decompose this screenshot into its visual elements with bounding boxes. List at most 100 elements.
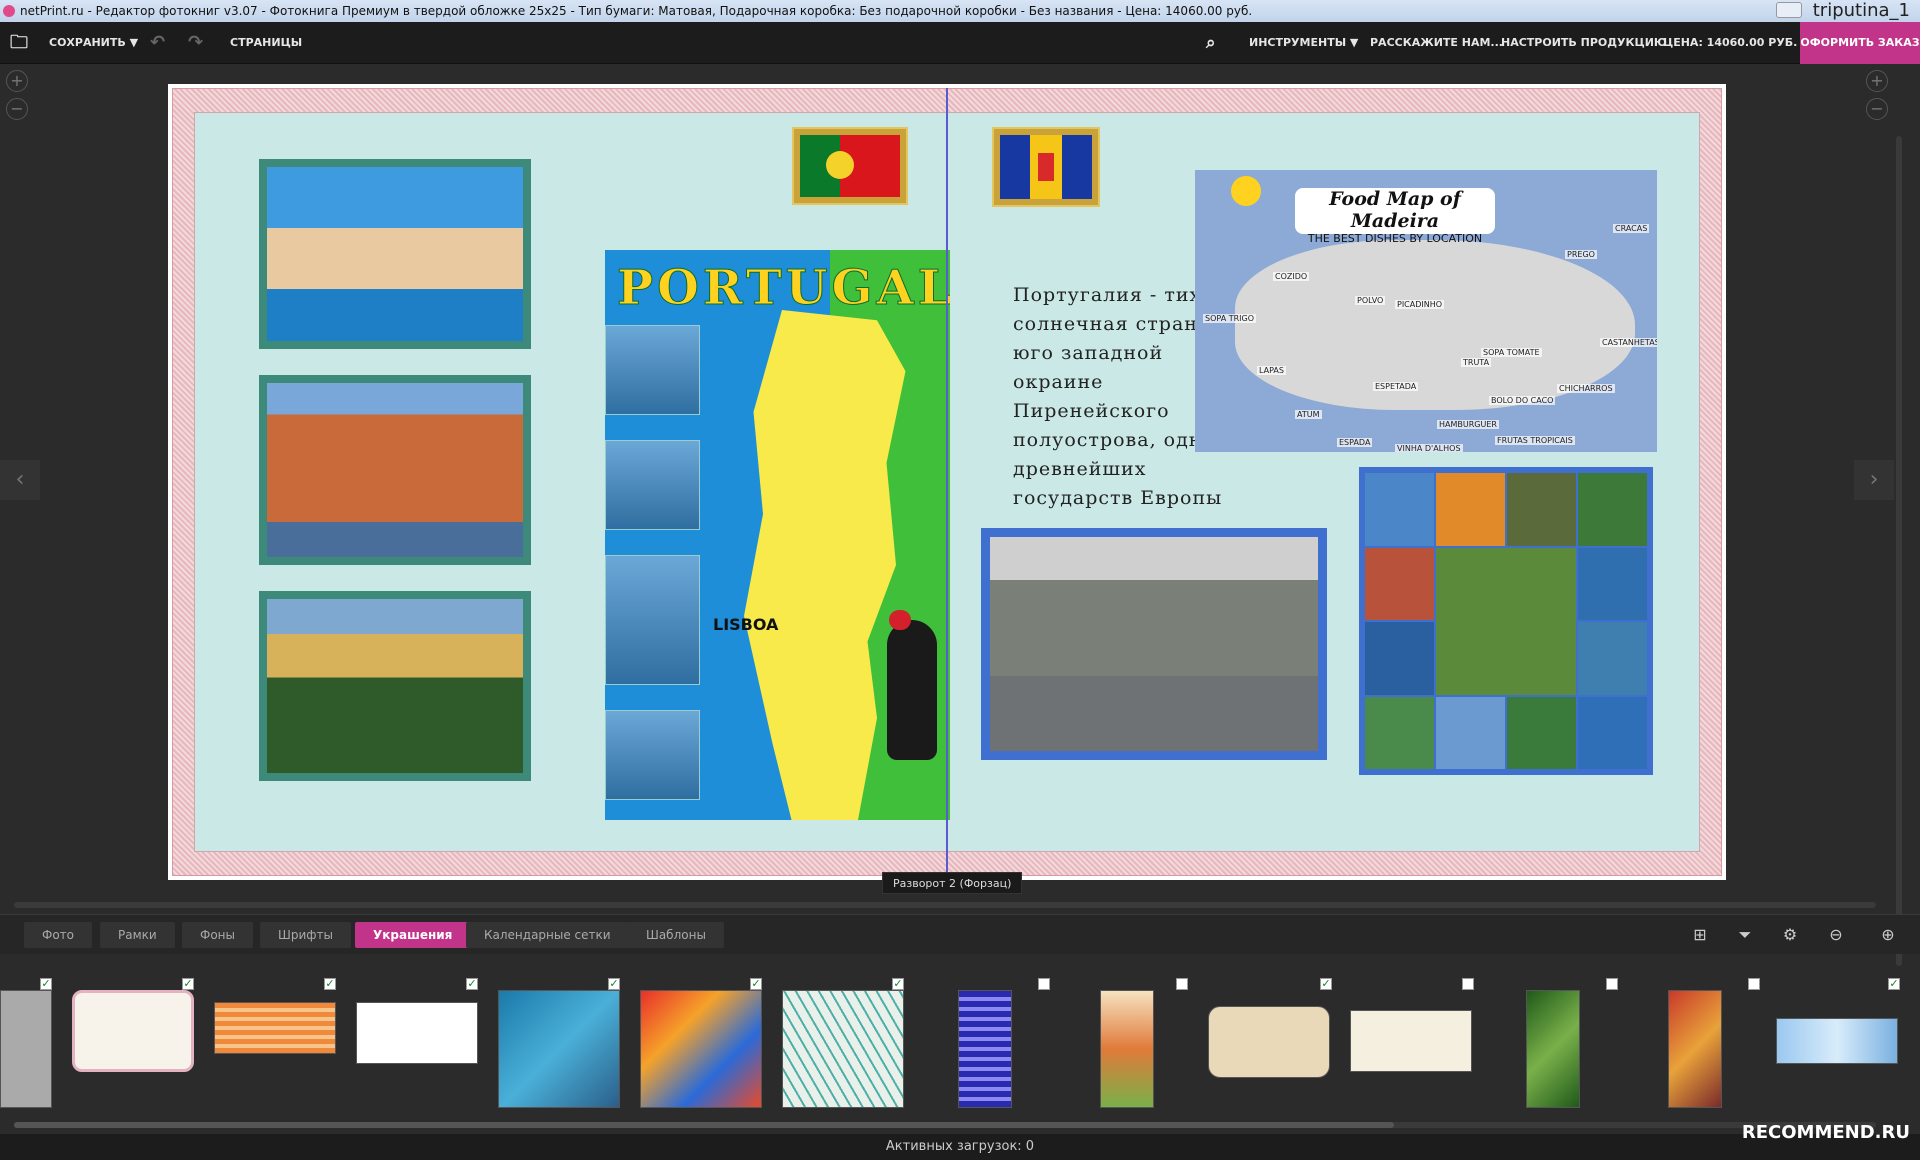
- zoom-in-icon[interactable]: ⊕: [1878, 925, 1898, 945]
- photo-porto[interactable]: [259, 375, 531, 565]
- food-map-madeira[interactable]: Food Map of Madeira THE BEST DISHES BY L…: [1195, 170, 1657, 452]
- decoration-thumb: [0, 990, 52, 1108]
- flag-portugal[interactable]: [792, 127, 908, 205]
- unchecked-icon[interactable]: [1038, 978, 1050, 990]
- decoration-thumb: [1100, 990, 1154, 1108]
- collage-cell: [1365, 473, 1434, 546]
- tell-us-button[interactable]: РАССКАЖИТЕ НАМ...: [1370, 22, 1503, 64]
- checked-icon[interactable]: ✓: [40, 978, 52, 990]
- decoration-thumb: [1526, 990, 1580, 1108]
- book-spread[interactable]: PORTUGAL LISBOA Португалия - тихая солне…: [168, 84, 1726, 880]
- map-title: PORTUGAL: [617, 260, 950, 317]
- strip-scrollbar-thumb[interactable]: [14, 1122, 1394, 1128]
- map-thumb-2: [605, 440, 700, 530]
- photo-pena-palace[interactable]: [259, 591, 531, 781]
- checked-icon[interactable]: ✓: [324, 978, 336, 990]
- dish-label: BOLO DO CACO: [1489, 396, 1556, 405]
- prev-spread-icon[interactable]: ‹: [0, 460, 40, 500]
- search-icon[interactable]: ⌕: [1206, 22, 1216, 64]
- unchecked-icon[interactable]: [1748, 978, 1760, 990]
- spread-label: Разворот 2 (Форзац): [882, 872, 1023, 894]
- add-icon[interactable]: ⊞: [1690, 925, 1710, 945]
- dish-label: TRUTA: [1461, 358, 1492, 367]
- zoom-out-left-icon[interactable]: −: [6, 98, 28, 120]
- dish-label: HAMBURGUER: [1437, 420, 1499, 429]
- tab-fonts[interactable]: Шрифты: [260, 922, 351, 948]
- unchecked-icon[interactable]: [1462, 978, 1474, 990]
- tab-frames[interactable]: Рамки: [100, 922, 175, 948]
- tab-decorations[interactable]: Украшения: [355, 922, 471, 948]
- minimize-button[interactable]: [1776, 2, 1802, 18]
- decoration-thumb: [356, 1002, 478, 1064]
- photo-madeira-mountains[interactable]: [981, 528, 1327, 760]
- spread-spine: [946, 88, 948, 876]
- filter-icon[interactable]: ⏷: [1735, 925, 1755, 945]
- decoration-thumb: [1350, 1010, 1472, 1072]
- price-button[interactable]: ЦЕНА: 14060.00 РУБ. ▼: [1663, 22, 1810, 64]
- collage-cell: [1436, 547, 1576, 695]
- folder-icon[interactable]: 🗀: [10, 22, 28, 64]
- order-button[interactable]: ОФОРМИТЬ ЗАКАЗ: [1800, 22, 1920, 64]
- zoom-in-left-icon[interactable]: +: [6, 70, 28, 92]
- rooster-comb: [889, 610, 911, 630]
- tab-photo[interactable]: Фото: [24, 922, 93, 948]
- collage-cell: [1436, 473, 1505, 546]
- portugal-map[interactable]: PORTUGAL LISBOA: [605, 250, 950, 820]
- food-map-title-box: Food Map of Madeira THE BEST DISHES BY L…: [1295, 188, 1495, 245]
- configure-product-button[interactable]: НАСТРОИТЬ ПРОДУКЦИЮ: [1501, 22, 1667, 64]
- workspace-scrollbar[interactable]: [14, 902, 1876, 908]
- decoration-thumb: [958, 990, 1012, 1108]
- dish-label: LAPAS: [1257, 366, 1286, 375]
- tab-calendar-grids[interactable]: Календарные сетки: [466, 922, 629, 948]
- zoom-out-right-icon[interactable]: −: [1866, 98, 1888, 120]
- checked-icon[interactable]: ✓: [1320, 978, 1332, 990]
- unchecked-icon[interactable]: [1606, 978, 1618, 990]
- decoration-thumb: [640, 990, 762, 1108]
- redo-icon[interactable]: ↷: [188, 22, 203, 64]
- main-toolbar: 🗀 СОХРАНИТЬ ▼ ↶ ↷ СТРАНИЦЫ ⌕ ИНСТРУМЕНТЫ…: [0, 22, 1920, 64]
- save-button[interactable]: СОХРАНИТЬ ▼: [49, 22, 138, 64]
- decoration-thumb: [214, 1002, 336, 1054]
- collage-cell: [1578, 473, 1647, 546]
- undo-icon[interactable]: ↶: [150, 22, 165, 64]
- collage-cell: [1578, 622, 1647, 695]
- collage-cell: [1365, 547, 1434, 620]
- flag-madeira[interactable]: [992, 127, 1100, 207]
- pages-button[interactable]: СТРАНИЦЫ: [230, 22, 302, 64]
- dish-label: POLVO: [1355, 296, 1386, 305]
- collage-cell: [1436, 696, 1505, 769]
- tab-templates[interactable]: Шаблоны: [628, 922, 724, 948]
- gear-icon[interactable]: ⚙: [1780, 925, 1800, 945]
- checked-icon[interactable]: ✓: [892, 978, 904, 990]
- checked-icon[interactable]: ✓: [1888, 978, 1900, 990]
- collage-cell: [1507, 473, 1576, 546]
- checked-icon[interactable]: ✓: [182, 978, 194, 990]
- photo-collage[interactable]: [1359, 467, 1653, 775]
- map-city-label: LISBOA: [713, 615, 779, 634]
- strip-scrollbar[interactable]: [14, 1122, 1876, 1128]
- app-icon: [3, 5, 15, 17]
- checked-icon[interactable]: ✓: [466, 978, 478, 990]
- zoom-in-right-icon[interactable]: +: [1866, 70, 1888, 92]
- dish-label: FRUTAS TROPICAIS: [1495, 436, 1575, 445]
- checked-icon[interactable]: ✓: [750, 978, 762, 990]
- collage-cell: [1365, 696, 1434, 769]
- dish-label: CRACAS: [1613, 224, 1650, 233]
- window-title: netPrint.ru - Редактор фотокниг v3.07 - …: [20, 4, 1253, 18]
- vertical-scrollbar[interactable]: [1896, 136, 1902, 966]
- dish-label: SOPA TOMATE: [1481, 348, 1542, 357]
- tab-backgrounds[interactable]: Фоны: [182, 922, 253, 948]
- tools-button[interactable]: ИНСТРУМЕНТЫ ▼: [1249, 22, 1358, 64]
- food-map-title: Food Map of Madeira: [1329, 188, 1461, 232]
- next-spread-icon[interactable]: ›: [1854, 460, 1894, 500]
- dish-label: PREGO: [1565, 250, 1597, 259]
- dish-label: ESPADA: [1337, 438, 1373, 447]
- photo-lisbon[interactable]: [259, 159, 531, 349]
- unchecked-icon[interactable]: [1176, 978, 1188, 990]
- zoom-out-icon[interactable]: ⊖: [1826, 925, 1846, 945]
- checked-icon[interactable]: ✓: [608, 978, 620, 990]
- map-thumb-4: [605, 710, 700, 800]
- collage-grid: [1365, 473, 1647, 769]
- map-thumb-1: [605, 325, 700, 415]
- decoration-thumb: [72, 990, 194, 1072]
